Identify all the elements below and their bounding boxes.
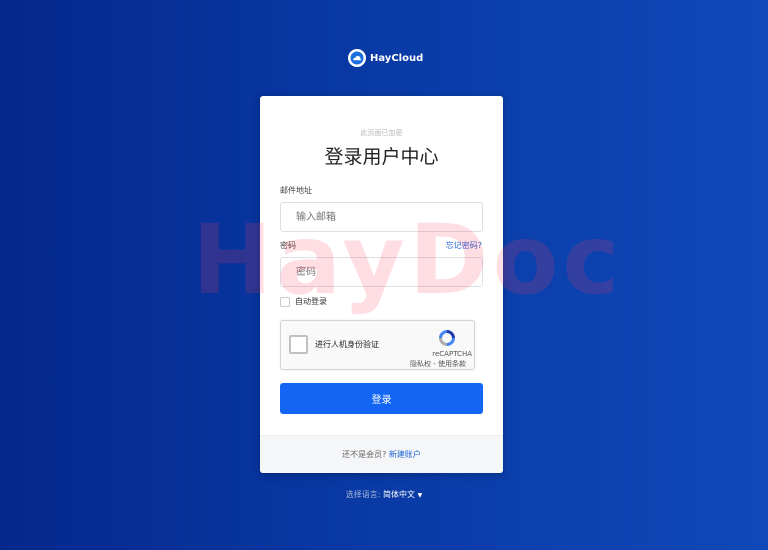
language-label: 选择语言:: [345, 490, 381, 499]
recaptcha-separator: -: [431, 360, 438, 368]
recaptcha-widget: 进行人机身份验证 reCAPTCHA 隐私权 - 使用条款: [280, 320, 475, 370]
recaptcha-text: 进行人机身份验证: [315, 340, 379, 349]
create-account-link[interactable]: 新建账户: [389, 450, 421, 459]
recaptcha-icon: [436, 327, 458, 349]
signup-prompt: 还不是会员?: [342, 450, 387, 459]
caret-down-icon: ▼: [417, 492, 423, 499]
email-field[interactable]: [280, 202, 483, 232]
email-label: 邮件地址: [280, 186, 312, 195]
brand-name: HayCloud: [370, 52, 424, 64]
card-footer: 还不是会员? 新建账户: [260, 435, 503, 473]
password-label: 密码: [280, 241, 296, 250]
recaptcha-privacy-link[interactable]: 隐私权: [410, 360, 431, 368]
remember-checkbox[interactable]: [280, 296, 290, 307]
language-current[interactable]: 简体中文: [383, 490, 415, 499]
login-button[interactable]: 登录: [280, 383, 483, 414]
recaptcha-links: 隐私权 - 使用条款: [410, 359, 466, 369]
remember-label: 自动登录: [295, 297, 327, 306]
page-title: 登录用户中心: [324, 146, 439, 168]
brand: HayCloud: [348, 49, 423, 67]
password-field[interactable]: [280, 257, 483, 287]
language-selector[interactable]: 选择语言: 简体中文 ▼: [0, 489, 768, 500]
recaptcha-terms-link[interactable]: 使用条款: [438, 360, 466, 368]
recaptcha-brand: reCAPTCHA: [432, 350, 472, 358]
encryption-note: 此页面已加密: [360, 129, 403, 137]
remember-me[interactable]: 自动登录: [280, 296, 327, 307]
login-card: 此页面已加密 登录用户中心 邮件地址 密码 忘记密码? 自动登录 进行人机身份验…: [260, 96, 503, 473]
recaptcha-checkbox[interactable]: [289, 335, 308, 354]
cloud-logo-icon: [348, 49, 366, 67]
forgot-password-link[interactable]: 忘记密码?: [446, 240, 482, 251]
